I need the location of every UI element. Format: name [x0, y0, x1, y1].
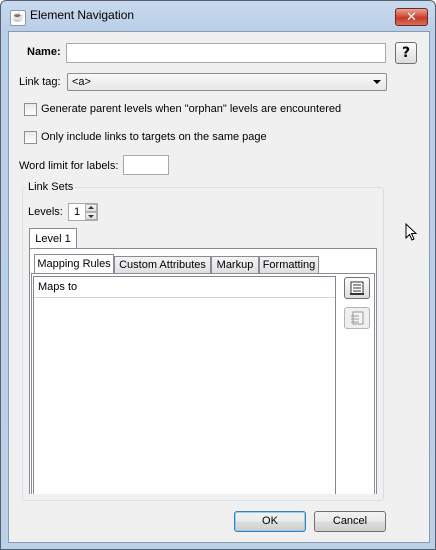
levels-value: 1	[74, 206, 81, 218]
close-icon: ✕	[406, 10, 417, 25]
name-input[interactable]	[66, 43, 386, 63]
same-page-checkbox[interactable]	[24, 131, 37, 144]
tab-markup[interactable]: Markup	[211, 256, 259, 274]
spinner-buttons	[85, 204, 97, 220]
edit-rule-button[interactable]	[344, 307, 370, 329]
list-edit-icon	[351, 311, 364, 325]
mouse-pointer-icon	[405, 223, 418, 241]
tab-mapping-rules[interactable]: Mapping Rules	[34, 254, 114, 274]
help-icon: ?	[401, 45, 411, 61]
java-cup-icon: ☕	[10, 10, 26, 26]
same-page-label: Only include links to targets on the sam…	[41, 131, 267, 143]
levels-spinner[interactable]: 1	[68, 203, 98, 221]
dialog-client-area: Name: ? Link tag: <a> Generate parent le…	[8, 31, 430, 543]
maps-to-column-header: Maps to	[38, 281, 78, 293]
tab-custom-attributes[interactable]: Custom Attributes	[114, 256, 211, 274]
tab-level-1[interactable]: Level 1	[29, 228, 77, 249]
link-tag-value: <a>	[72, 76, 91, 88]
spinner-down-button[interactable]	[85, 212, 97, 220]
dialog-window: ☕ Element Navigation ✕ Name: ? Link tag:…	[0, 0, 436, 550]
cancel-button[interactable]: Cancel	[314, 511, 386, 532]
name-label: Name:	[27, 46, 61, 58]
help-button[interactable]: ?	[395, 42, 417, 64]
orphan-levels-checkbox[interactable]	[24, 103, 37, 116]
word-limit-input[interactable]	[123, 155, 169, 175]
list-header: Maps to	[34, 277, 335, 298]
tab-formatting[interactable]: Formatting	[259, 256, 319, 274]
title-bar[interactable]: ☕ Element Navigation ✕	[1, 1, 435, 31]
levels-label: Levels:	[28, 206, 63, 218]
list-add-icon	[350, 281, 364, 295]
chevron-down-icon	[373, 80, 381, 84]
link-sets-title: Link Sets	[26, 181, 76, 193]
window-title: Element Navigation	[30, 8, 135, 22]
close-button[interactable]: ✕	[395, 8, 428, 26]
link-tag-select[interactable]: <a>	[67, 73, 387, 91]
spinner-up-button[interactable]	[85, 204, 97, 212]
word-limit-label: Word limit for labels:	[19, 160, 119, 172]
orphan-levels-label: Generate parent levels when "orphan" lev…	[41, 103, 342, 115]
add-rule-button[interactable]	[344, 277, 370, 299]
maps-to-list[interactable]: Maps to	[33, 276, 336, 494]
link-tag-label: Link tag:	[19, 76, 61, 88]
ok-button[interactable]: OK	[234, 511, 306, 532]
